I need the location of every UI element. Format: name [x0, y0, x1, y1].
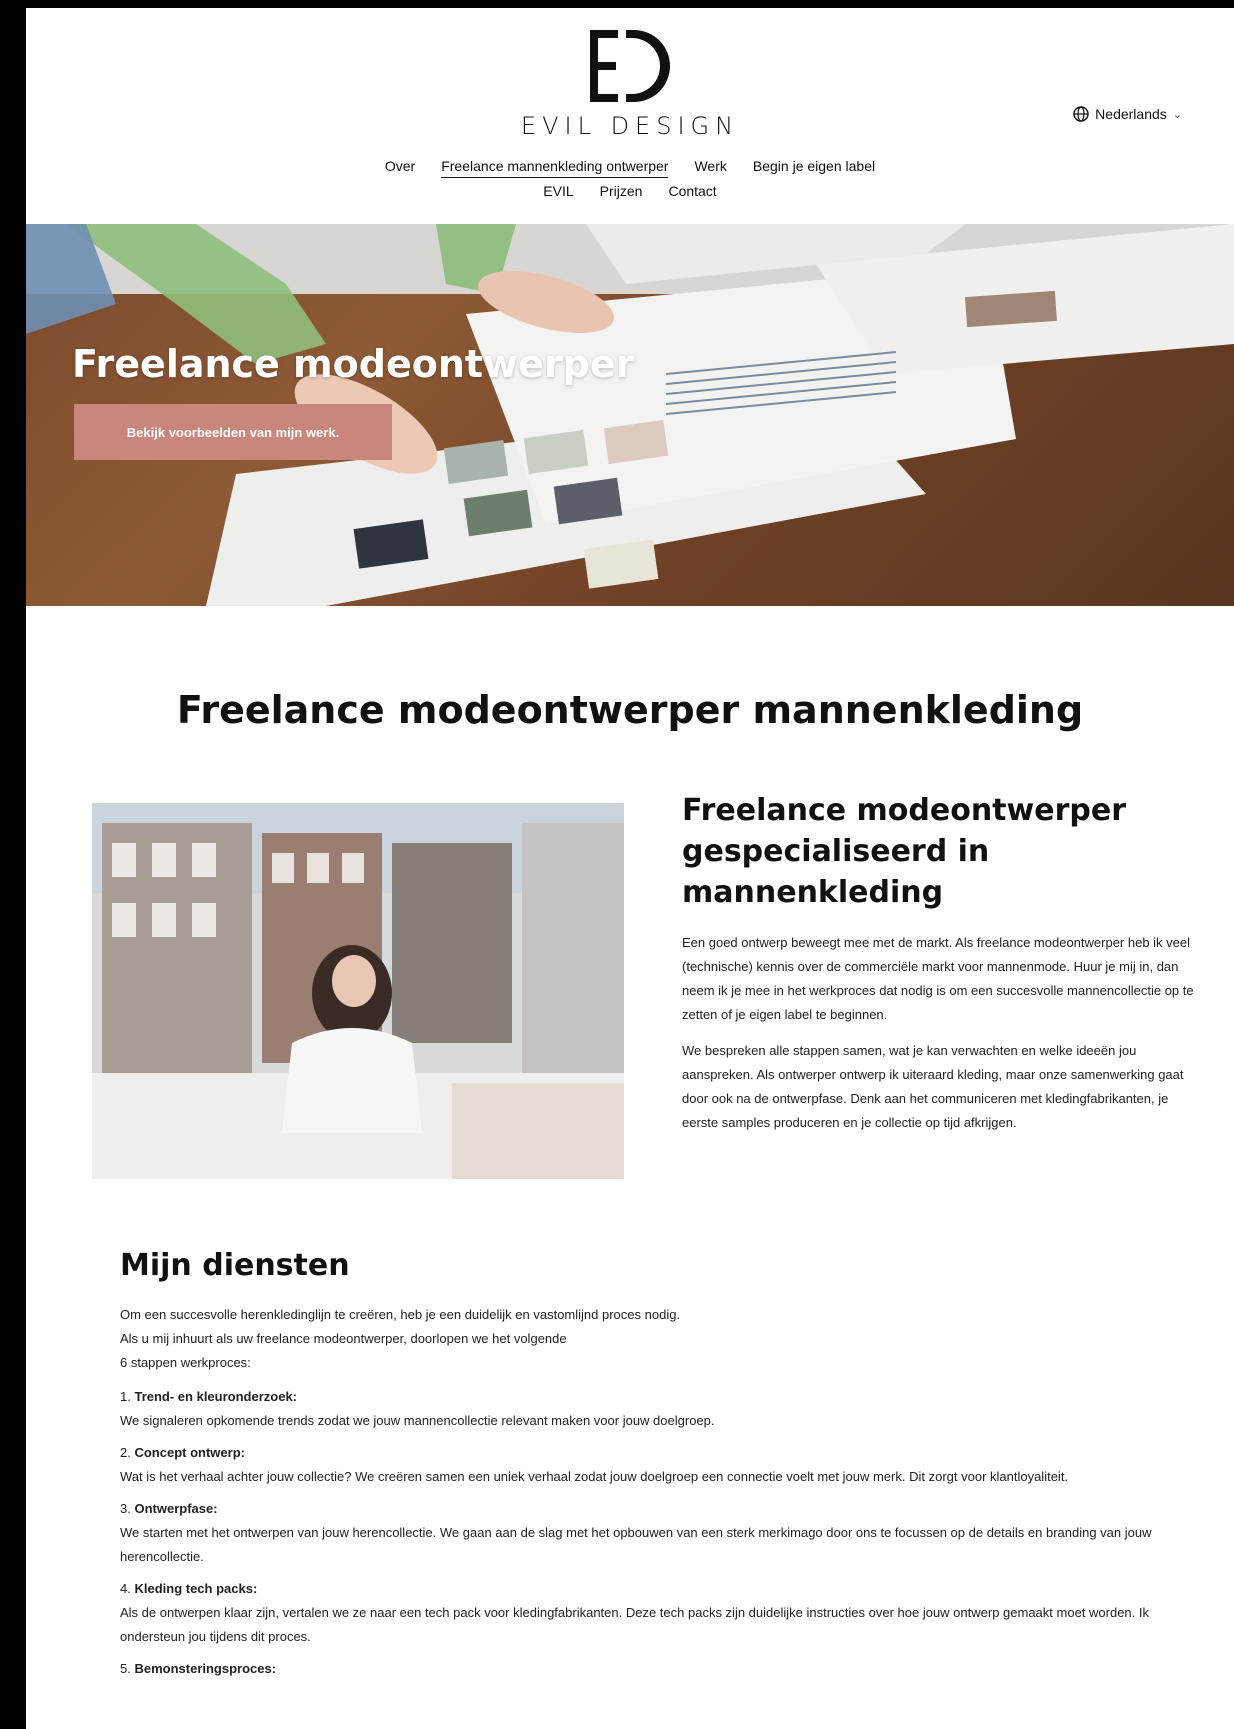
chevron-down-icon: ⌄: [1172, 108, 1182, 121]
hero-title: Freelance modeontwerper: [72, 342, 635, 386]
page-title: Freelance modeontwerper mannenkleding: [176, 688, 1084, 732]
services-lead-line: Als u mij inhuurt als uw freelance modeo…: [120, 1331, 567, 1346]
step-number: 5.: [120, 1661, 131, 1676]
service-step: 3. Ontwerpfase: We starten met het ontwe…: [120, 1497, 1180, 1569]
language-label: Nederlands: [1095, 106, 1167, 122]
step-number: 4.: [120, 1581, 131, 1596]
nav-item-freelance[interactable]: Freelance mannenkleding ontwerper: [441, 158, 669, 178]
intro-paragraph-1: Een goed ontwerp beweegt mee met de mark…: [682, 935, 1194, 1022]
intro-paragraph-2: We bespreken alle stappen samen, wat je …: [682, 1043, 1184, 1130]
globe-icon: [1073, 106, 1089, 122]
step-text: We signaleren opkomende trends zodat we …: [120, 1413, 715, 1428]
intro-heading: Freelance modeontwerper gespecialiseerd …: [682, 793, 1126, 910]
nav-item-evil[interactable]: EVIL: [543, 183, 573, 202]
services-lead-line: Om een succesvolle herenkledinglijn te c…: [120, 1307, 681, 1322]
step-title: Kleding tech packs:: [134, 1581, 258, 1596]
services-heading: Mijn diensten: [120, 1248, 350, 1283]
page: EVIL DESIGN Nederlands ⌄ Over Freelance …: [26, 8, 1234, 1729]
designer-photo: [92, 803, 624, 1179]
nav-item-eigen-label[interactable]: Begin je eigen label: [753, 158, 875, 178]
service-step: 1. Trend- en kleuronderzoek: We signaler…: [120, 1385, 1180, 1433]
step-title: Ontwerpfase:: [134, 1501, 218, 1516]
services-section: Mijn diensten Om een succesvolle herenkl…: [120, 1248, 1180, 1689]
step-text: Wat is het verhaal achter jouw collectie…: [120, 1469, 1069, 1484]
service-step: 2. Concept ontwerp: Wat is het verhaal a…: [120, 1441, 1180, 1489]
step-text: We starten met het ontwerpen van jouw he…: [120, 1525, 1152, 1564]
nav-item-over[interactable]: Over: [385, 158, 415, 178]
nav-item-prijzen[interactable]: Prijzen: [600, 183, 643, 202]
service-step: 4. Kleding tech packs: Als de ontwerpen …: [120, 1577, 1180, 1649]
step-number: 1.: [120, 1389, 131, 1404]
step-title: Bemonsteringsproces:: [134, 1661, 277, 1676]
nav-item-werk[interactable]: Werk: [694, 158, 726, 178]
view-work-button[interactable]: Bekijk voorbeelden van mijn werk.: [74, 404, 392, 460]
logo-text: EVIL DESIGN: [520, 112, 740, 140]
main-nav-row-2: EVIL Prijzen Contact: [26, 183, 1234, 202]
service-step: 5. Bemonsteringsproces:: [120, 1657, 1180, 1681]
language-selector[interactable]: Nederlands ⌄: [1073, 106, 1182, 122]
services-lead: Om een succesvolle herenkledinglijn te c…: [120, 1303, 1180, 1375]
step-text: Als de ontwerpen klaar zijn, vertalen we…: [120, 1605, 1149, 1644]
step-title: Trend- en kleuronderzoek:: [134, 1389, 298, 1404]
site-header: EVIL DESIGN Nederlands ⌄ Over Freelance …: [26, 8, 1234, 224]
step-number: 3.: [120, 1501, 131, 1516]
nav-item-contact[interactable]: Contact: [668, 183, 716, 202]
services-lead-line: 6 stappen werkproces:: [120, 1355, 251, 1370]
step-number: 2.: [120, 1445, 131, 1460]
evil-design-logo-icon[interactable]: [586, 26, 670, 106]
intro-section: Freelance modeontwerper gespecialiseerd …: [682, 790, 1200, 1147]
hero-banner: Freelance modeontwerper Bekijk voorbeeld…: [26, 224, 1234, 606]
step-title: Concept ontwerp:: [134, 1445, 245, 1460]
main-nav-row-1: Over Freelance mannenkleding ontwerper W…: [26, 158, 1234, 178]
